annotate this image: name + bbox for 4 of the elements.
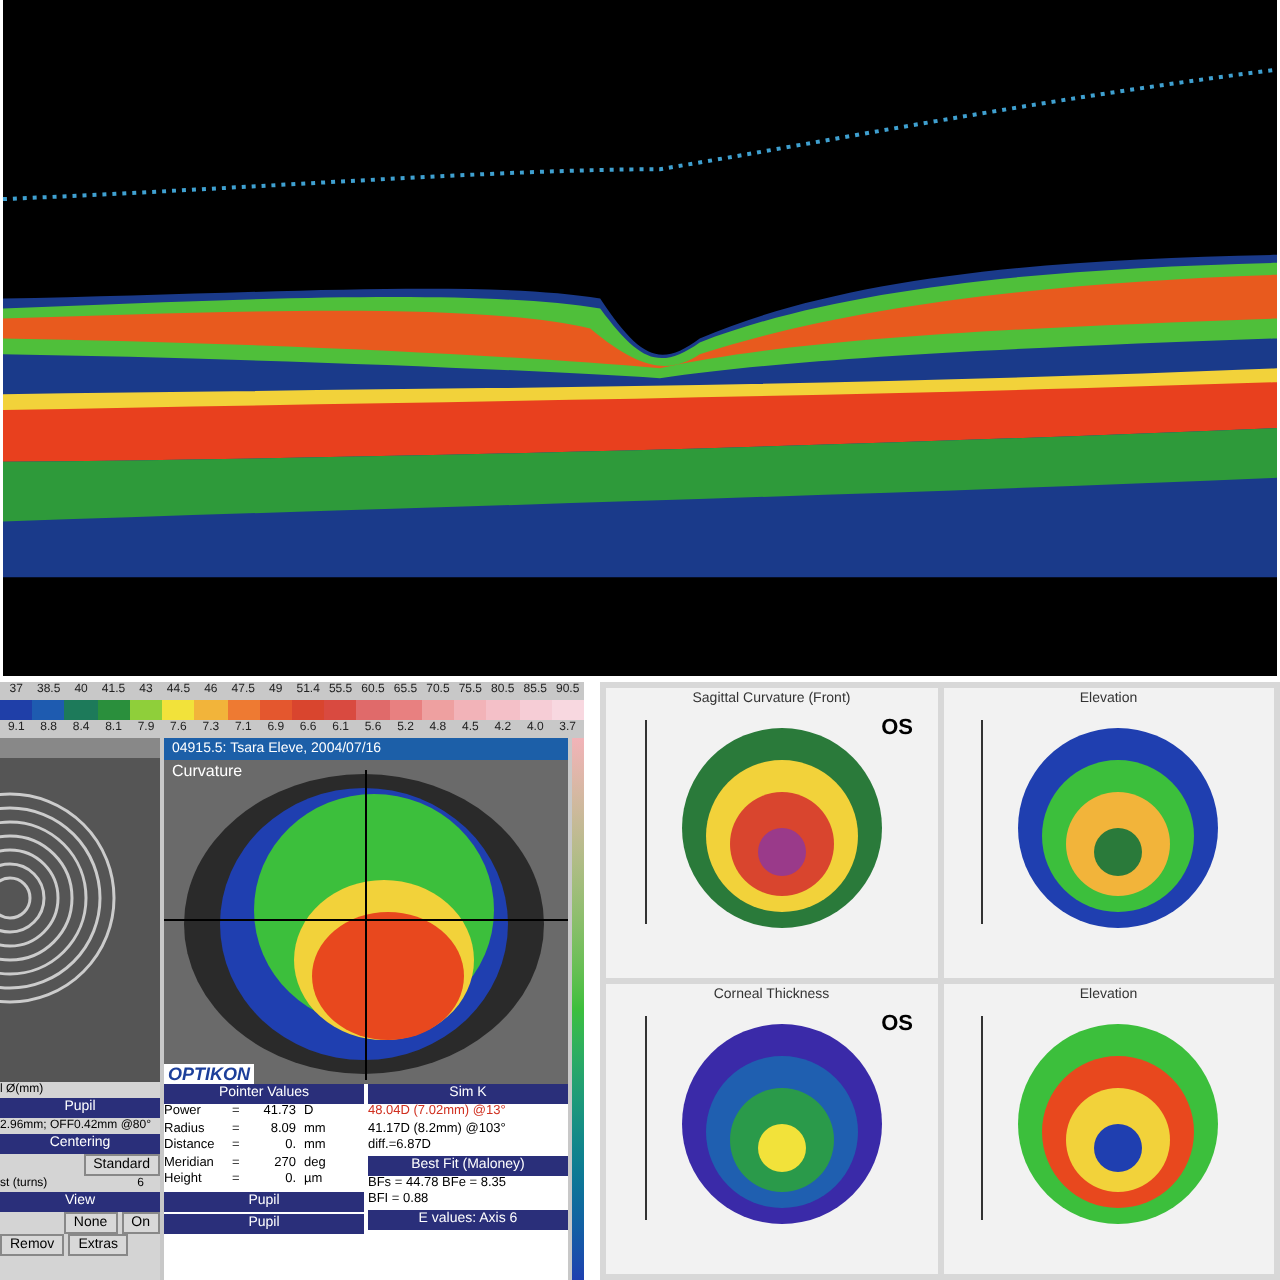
eye-label: OS	[881, 1010, 913, 1041]
eye-label: OS	[881, 714, 913, 745]
optikon-logo: OPTIKON	[164, 1064, 255, 1085]
map-label: Curvature	[172, 760, 243, 785]
